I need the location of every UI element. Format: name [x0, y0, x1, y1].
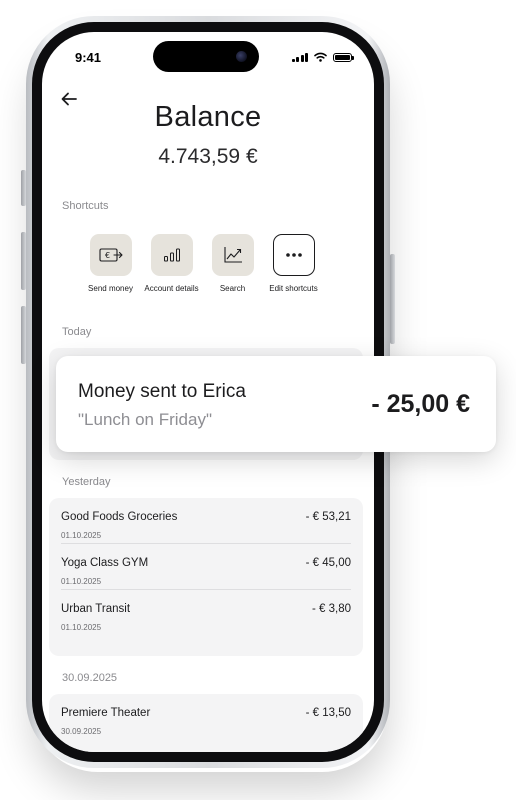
shortcut-search[interactable]: Search [202, 234, 263, 293]
table-row[interactable]: Premiere Theater 30.09.2025 - € 13,50 [61, 694, 351, 739]
highlight-note: "Lunch on Friday" [78, 410, 212, 429]
more-dots-icon [285, 253, 302, 257]
table-row[interactable]: Urban Transit 01.10.2025 - € 3,80 [61, 590, 351, 635]
transaction-name: Yoga Class GYM [61, 557, 149, 569]
power-button [390, 254, 395, 344]
shortcut-send-money[interactable]: € Send money [80, 234, 141, 293]
highlight-transaction-card[interactable]: Money sent to Erica "Lunch on Friday" - … [56, 356, 496, 452]
transaction-name: Good Foods Groceries [61, 511, 178, 523]
wifi-icon [314, 52, 327, 62]
shortcut-label: Search [219, 284, 246, 293]
section-today: Today [62, 326, 92, 338]
shortcut-label: Account details [144, 284, 199, 293]
shortcut-tile[interactable] [272, 234, 315, 276]
transaction-amount: - € 45,00 [305, 557, 351, 569]
signal-icon [291, 52, 308, 62]
shortcuts-heading: Shortcuts [62, 200, 109, 212]
table-row[interactable]: Good Foods Groceries 01.10.2025 - € 53,2… [61, 498, 351, 544]
transaction-amount: - € 13,50 [305, 707, 351, 719]
send-money-icon: € [98, 248, 123, 262]
table-row[interactable]: Yoga Class GYM 01.10.2025 - € 45,00 [61, 544, 351, 590]
transaction-date: 30.09.2025 [61, 727, 102, 736]
highlight-title: Money sent to Erica [78, 381, 246, 402]
section-yesterday: Yesterday [62, 476, 111, 488]
transaction-date: 01.10.2025 [61, 531, 102, 540]
dynamic-island [153, 41, 259, 72]
transaction-date: 01.10.2025 [61, 623, 102, 632]
shortcut-account-details[interactable]: Account details [141, 234, 202, 293]
bar-chart-icon [163, 248, 180, 262]
shortcut-tile[interactable]: € [89, 234, 132, 276]
shortcut-tile[interactable] [211, 234, 254, 276]
section-date: 30.09.2025 [62, 672, 118, 684]
camera-icon [236, 51, 247, 62]
shortcut-label: Edit shortcuts [269, 284, 318, 293]
transaction-name: Urban Transit [61, 603, 131, 615]
transaction-amount: - € 3,80 [312, 603, 351, 615]
balance-amount: 4.743,59 € [158, 145, 258, 168]
transaction-date: 01.10.2025 [61, 577, 102, 586]
shortcut-label: Send money [88, 284, 133, 293]
shortcut-edit[interactable]: Edit shortcuts [263, 234, 324, 293]
status-icons [291, 52, 354, 62]
status-time: 9:41 [75, 50, 102, 65]
svg-text:€: € [105, 251, 110, 260]
battery-icon [333, 52, 354, 62]
shortcuts-row: € Send money Account details Search Edit… [80, 234, 324, 293]
shortcut-tile[interactable] [150, 234, 193, 276]
yesterday-card: Good Foods Groceries 01.10.2025 - € 53,2… [49, 498, 363, 656]
page-title: Balance [154, 101, 262, 133]
transaction-name: Premiere Theater [61, 707, 151, 719]
highlight-amount: - 25,00 € [371, 390, 470, 418]
transaction-amount: - € 53,21 [305, 511, 351, 523]
trend-chart-icon [223, 247, 242, 263]
older-card: Premiere Theater 30.09.2025 - € 13,50 [49, 694, 363, 752]
